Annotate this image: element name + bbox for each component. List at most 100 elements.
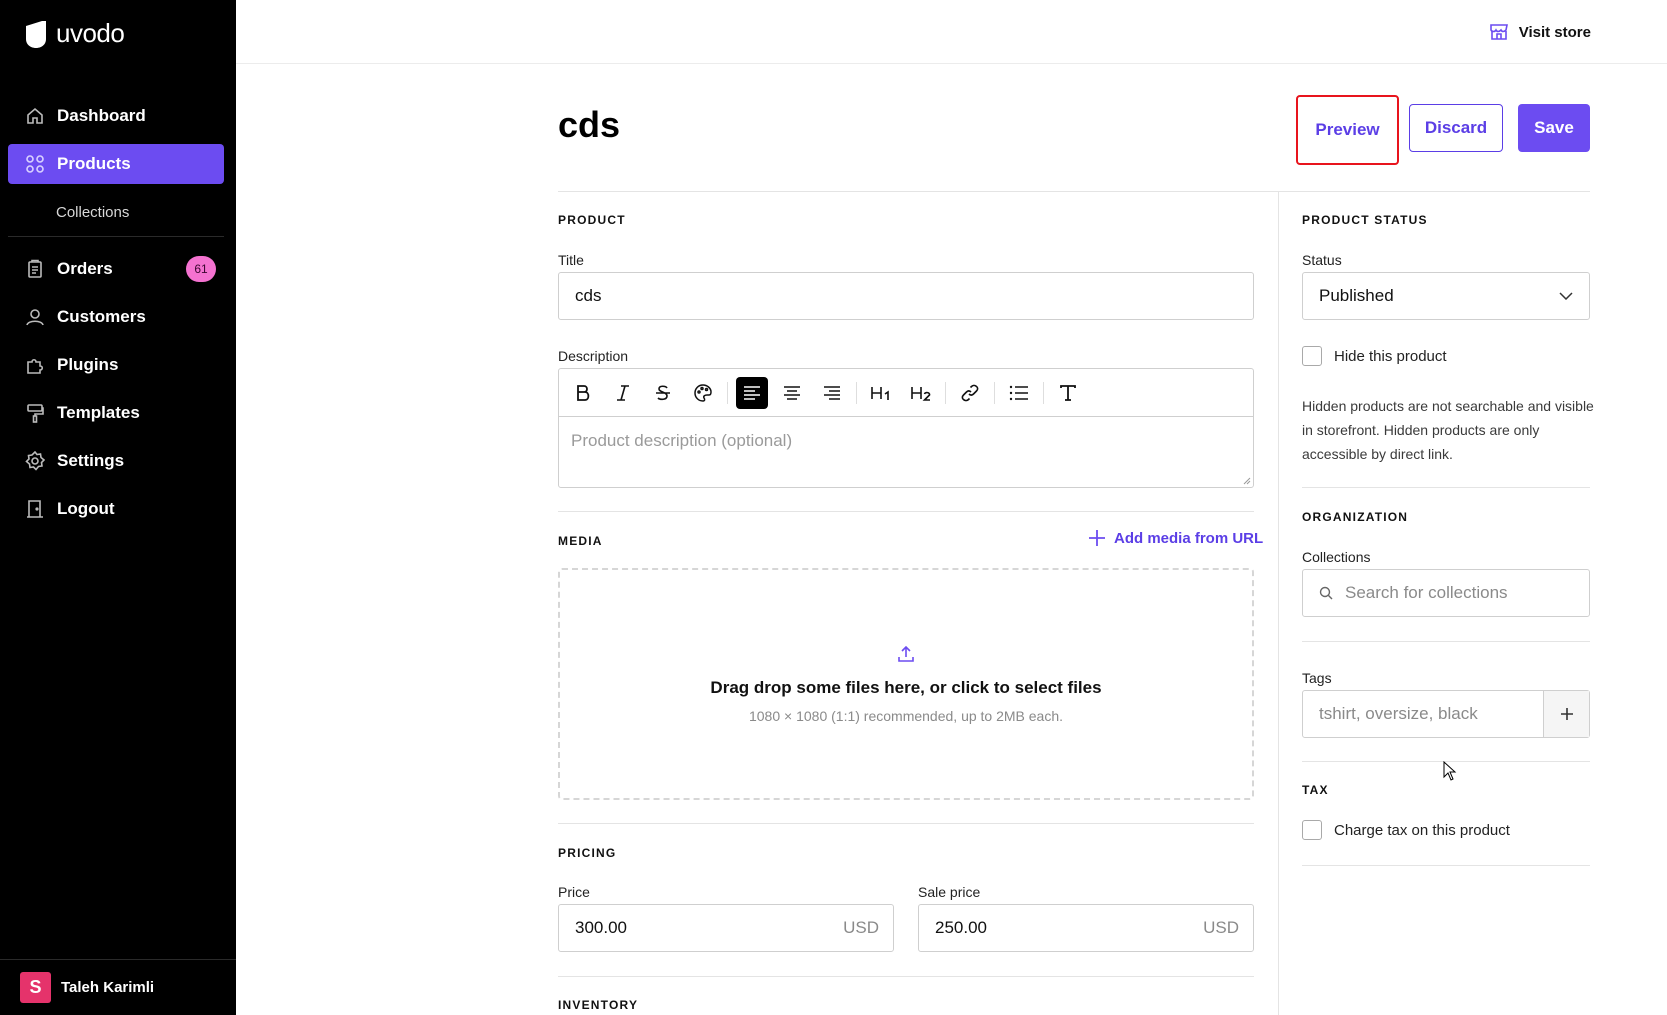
bold-icon	[577, 384, 590, 401]
discard-button[interactable]: Discard	[1409, 104, 1503, 152]
tags-label: Tags	[1302, 670, 1332, 686]
logo-shield-icon	[26, 20, 46, 48]
align-center-button[interactable]	[776, 377, 808, 409]
resize-handle-icon[interactable]	[1243, 477, 1251, 485]
logo[interactable]: uvodo	[24, 18, 125, 49]
toolbar-separator	[727, 381, 728, 404]
charge-tax-row: Charge tax on this product	[1302, 820, 1510, 840]
add-media-url-link[interactable]: Add media from URL	[1088, 529, 1263, 547]
charge-tax-checkbox[interactable]	[1302, 820, 1322, 840]
sidebar: uvodo Dashboard Products Collections Ord…	[0, 0, 236, 1015]
bold-button[interactable]	[567, 377, 599, 409]
sidebar-item-label: Settings	[57, 451, 125, 470]
status-label: Status	[1302, 252, 1342, 268]
toolbar-separator	[994, 381, 995, 404]
sidebar-item-logout[interactable]: Logout	[8, 489, 224, 529]
chevron-down-icon	[1559, 292, 1573, 300]
strikethrough-button[interactable]	[647, 377, 679, 409]
italic-button[interactable]	[607, 377, 639, 409]
hide-product-row: Hide this product	[1302, 346, 1447, 366]
sidebar-item-customers[interactable]: Customers	[8, 297, 224, 337]
section-divider	[558, 823, 1254, 824]
door-icon	[25, 499, 45, 519]
tags-placeholder: tshirt, oversize, black	[1319, 704, 1478, 723]
sidebar-item-dashboard[interactable]: Dashboard	[8, 96, 224, 136]
page-title: cds	[558, 104, 621, 145]
sidebar-item-collections[interactable]: Collections	[8, 192, 224, 232]
sidebar-item-templates[interactable]: Templates	[8, 393, 224, 433]
sidebar-item-label: Customers	[57, 307, 146, 326]
user-name: Taleh Karimli	[61, 979, 155, 996]
tags-input[interactable]: tshirt, oversize, black	[1302, 690, 1590, 738]
organization-section-heading: ORGANIZATION	[1302, 510, 1409, 524]
add-media-label: Add media from URL	[1114, 529, 1264, 547]
clipboard-icon	[25, 259, 45, 279]
puzzle-icon	[25, 355, 45, 375]
sale-price-input[interactable]: 250.00 USD	[918, 904, 1254, 952]
inventory-section-heading: INVENTORY	[558, 998, 639, 1012]
section-divider	[1302, 865, 1590, 866]
toolbar-separator	[1043, 381, 1044, 404]
price-input[interactable]: 300.00 USD	[558, 904, 894, 952]
sidebar-item-label: Plugins	[57, 355, 119, 374]
description-textarea[interactable]: Product description (optional)	[559, 417, 1253, 465]
align-left-icon	[744, 385, 760, 400]
preview-button[interactable]: Preview	[1296, 95, 1399, 165]
align-right-icon	[824, 385, 840, 400]
clear-format-button[interactable]	[1052, 377, 1084, 409]
grid-icon	[25, 154, 45, 174]
align-left-button[interactable]	[736, 376, 768, 409]
sidebar-item-label: Templates	[57, 403, 140, 422]
sidebar-nav: Dashboard Products Collections Orders 61…	[8, 96, 224, 537]
hide-product-checkbox[interactable]	[1302, 346, 1322, 366]
sidebar-item-settings[interactable]: Settings	[8, 441, 224, 481]
heading2-icon	[911, 386, 931, 401]
visit-store-link[interactable]: Visit store	[1489, 22, 1591, 42]
dropzone-hint: 1080 × 1080 (1:1) recommended, up to 2MB…	[748, 708, 1064, 724]
strikethrough-icon	[656, 384, 670, 400]
dropzone-title: Drag drop some files here, or click to s…	[710, 678, 1102, 697]
charge-tax-label: Charge tax on this product	[1334, 821, 1510, 839]
plus-icon	[1089, 530, 1105, 546]
align-right-button[interactable]	[816, 377, 848, 409]
bullet-list-icon	[1009, 385, 1028, 400]
sidebar-item-orders[interactable]: Orders 61	[8, 249, 224, 289]
pricing-section-heading: PRICING	[558, 846, 617, 860]
link-button[interactable]	[954, 377, 986, 409]
section-divider	[558, 511, 1254, 512]
heading1-button[interactable]	[865, 377, 897, 409]
bullet-list-button[interactable]	[1003, 377, 1035, 409]
sidebar-item-products[interactable]: Products	[8, 144, 224, 184]
plus-icon	[1560, 708, 1573, 720]
link-icon	[961, 384, 979, 401]
title-input[interactable]: cds	[558, 272, 1254, 320]
price-currency: USD	[843, 918, 879, 937]
sale-price-currency: USD	[1203, 918, 1239, 937]
palette-icon	[694, 383, 712, 402]
save-button[interactable]: Save	[1518, 104, 1590, 152]
hide-product-helper: Hidden products are not searchable and v…	[1302, 398, 1594, 462]
collections-placeholder: Search for collections	[1345, 583, 1508, 602]
sale-price-value: 250.00	[935, 918, 987, 937]
sidebar-item-label: Dashboard	[57, 106, 146, 125]
sidebar-item-plugins[interactable]: Plugins	[8, 345, 224, 385]
orders-count-badge: 61	[186, 256, 216, 282]
add-tag-button[interactable]	[1543, 691, 1589, 737]
user-icon	[25, 307, 45, 327]
heading2-button[interactable]	[905, 377, 937, 409]
column-divider	[1278, 192, 1279, 1015]
tax-section-heading: TAX	[1302, 783, 1329, 797]
sidebar-item-label: Products	[57, 154, 131, 173]
toolbar-separator	[945, 381, 946, 404]
color-palette-button[interactable]	[687, 377, 719, 409]
status-select[interactable]: Published	[1302, 272, 1590, 320]
editor-toolbar	[559, 369, 1253, 417]
home-icon	[25, 106, 45, 126]
topbar: Visit store	[236, 0, 1667, 64]
user-profile[interactable]: S Taleh Karimli	[0, 959, 236, 1015]
sidebar-item-label: Orders	[57, 259, 113, 278]
media-dropzone[interactable]: Drag drop some files here, or click to s…	[558, 568, 1254, 800]
price-value: 300.00	[575, 918, 627, 937]
logo-text: uvodo	[56, 18, 125, 48]
collections-search-input[interactable]: Search for collections	[1302, 569, 1590, 617]
